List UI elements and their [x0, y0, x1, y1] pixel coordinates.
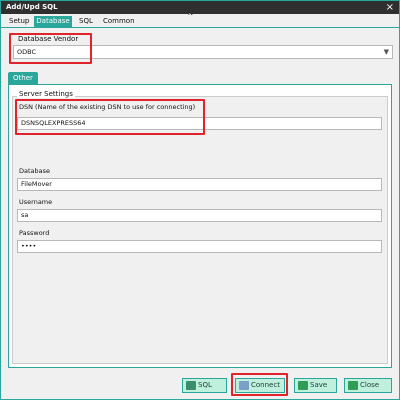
- add-upd-sql-window: Add/Upd SQL × Setup Database SQL Common …: [0, 0, 400, 400]
- sql-button-label: SQL: [198, 381, 212, 389]
- tab-database[interactable]: Database: [34, 16, 72, 27]
- database-field[interactable]: FileMover: [17, 178, 382, 191]
- save-button[interactable]: Save: [294, 378, 337, 393]
- save-icon: [298, 381, 308, 390]
- password-field[interactable]: ••••: [17, 240, 382, 253]
- title-bar: Add/Upd SQL ×: [1, 1, 399, 14]
- tab-divider: [1, 27, 399, 28]
- dsn-highlight-box: [15, 99, 205, 135]
- server-settings-label: Server Settings: [17, 90, 75, 98]
- save-button-label: Save: [310, 381, 328, 389]
- username-label: Username: [19, 198, 53, 206]
- username-field[interactable]: sa: [17, 209, 382, 222]
- close-x-icon: [348, 381, 358, 390]
- close-icon[interactable]: ×: [386, 1, 394, 14]
- database-label: Database: [19, 167, 51, 175]
- password-label: Password: [19, 229, 50, 237]
- tab-sql[interactable]: SQL: [77, 16, 95, 27]
- sql-icon: [186, 381, 196, 390]
- server-settings-group: [12, 96, 388, 364]
- connect-highlight-box: [231, 373, 288, 396]
- tab-other[interactable]: Other: [8, 72, 38, 84]
- window-title: Add/Upd SQL: [6, 3, 58, 11]
- tab-setup[interactable]: Setup: [7, 16, 31, 27]
- vendor-highlight-box: [9, 33, 92, 64]
- main-tabs: Setup Database SQL Common: [1, 15, 399, 27]
- tab-common[interactable]: Common: [101, 16, 137, 27]
- chevron-down-icon[interactable]: ▼: [384, 46, 389, 58]
- close-button-label: Close: [360, 381, 380, 389]
- sql-button[interactable]: SQL: [182, 378, 227, 393]
- close-button[interactable]: Close: [344, 378, 392, 393]
